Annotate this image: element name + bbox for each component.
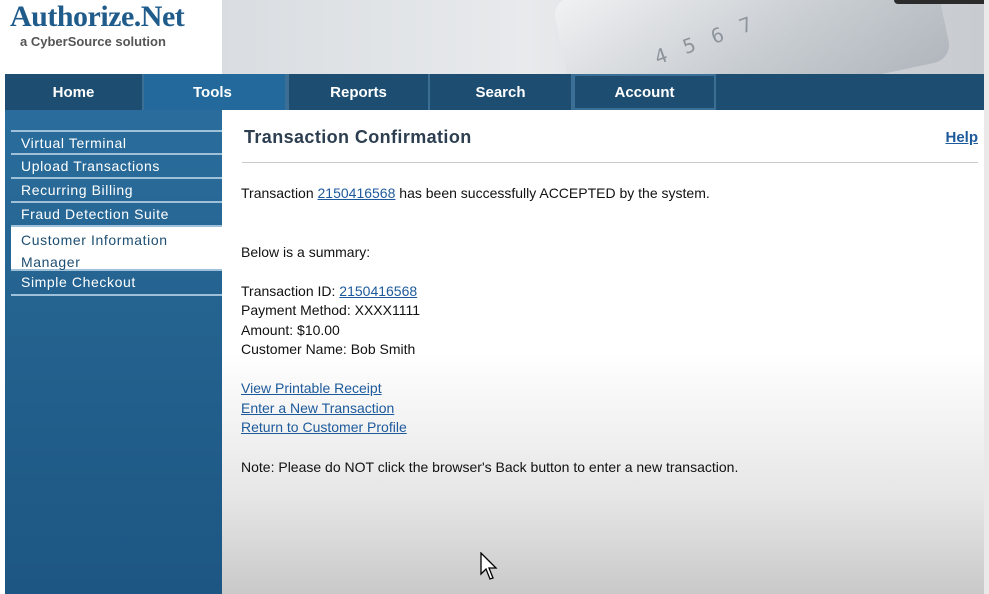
summary-transaction-id-label: Transaction ID:	[241, 283, 336, 299]
main-nav: Home Tools Reports Search Account	[5, 74, 984, 110]
summary-payment-method: Payment Method: XXXX1111	[241, 302, 420, 318]
title-divider	[242, 162, 978, 163]
logo[interactable]: Authorize.Net a CyberSource solution	[0, 0, 222, 74]
summary-intro: Below is a summary:	[241, 244, 371, 260]
return-to-customer-profile-link[interactable]: Return to Customer Profile	[241, 419, 407, 435]
banner-corner	[894, 0, 984, 4]
sidebar-item-virtual-terminal[interactable]: Virtual Terminal	[11, 130, 222, 155]
logo-title: Authorize.Net	[10, 0, 185, 33]
window-edge	[984, 0, 989, 594]
tab-account[interactable]: Account	[573, 74, 716, 110]
result-prefix: Transaction	[241, 185, 314, 201]
sidebar-item-customer-information-manager[interactable]: Customer Information Manager	[11, 227, 222, 271]
tab-home[interactable]: Home	[5, 74, 144, 110]
view-printable-receipt-link[interactable]: View Printable Receipt	[241, 380, 382, 396]
sidebar-item-simple-checkout[interactable]: Simple Checkout	[11, 271, 222, 296]
credit-card-image	[551, 0, 953, 74]
note-text: Note: Please do NOT click the browser's …	[241, 459, 739, 475]
header: Authorize.Net a CyberSource solution 4 5…	[0, 0, 989, 74]
summary-transaction-id-link[interactable]: 2150416568	[339, 283, 417, 299]
mouse-cursor-icon	[480, 552, 498, 580]
sidebar-item-fraud-detection-suite[interactable]: Fraud Detection Suite	[11, 203, 222, 227]
page-title: Transaction Confirmation	[244, 127, 472, 147]
summary-amount: Amount: $10.00	[241, 322, 340, 338]
summary-customer-name: Customer Name: Bob Smith	[241, 341, 416, 357]
tab-tools[interactable]: Tools	[144, 74, 287, 110]
sidebar-item-recurring-billing[interactable]: Recurring Billing	[11, 179, 222, 203]
result-suffix: has been successfully ACCEPTED by the sy…	[399, 185, 710, 201]
logo-subtitle: a CyberSource solution	[20, 34, 166, 49]
sidebar-item-upload-transactions[interactable]: Upload Transactions	[11, 155, 222, 179]
help-link[interactable]: Help	[945, 129, 978, 146]
enter-new-transaction-link[interactable]: Enter a New Transaction	[241, 400, 394, 416]
summary-transaction-id: Transaction ID: 2150416568	[241, 283, 417, 299]
main-content: Transaction Confirmation Help Transactio…	[222, 110, 984, 594]
tab-search[interactable]: Search	[430, 74, 573, 110]
result-message: Transaction 2150416568 has been successf…	[241, 185, 710, 201]
transaction-id-link[interactable]: 2150416568	[318, 185, 396, 201]
sidebar: Virtual Terminal Upload Transactions Rec…	[5, 110, 222, 594]
tab-reports[interactable]: Reports	[287, 74, 430, 110]
header-banner-image: 4 5 6 7	[222, 0, 984, 74]
